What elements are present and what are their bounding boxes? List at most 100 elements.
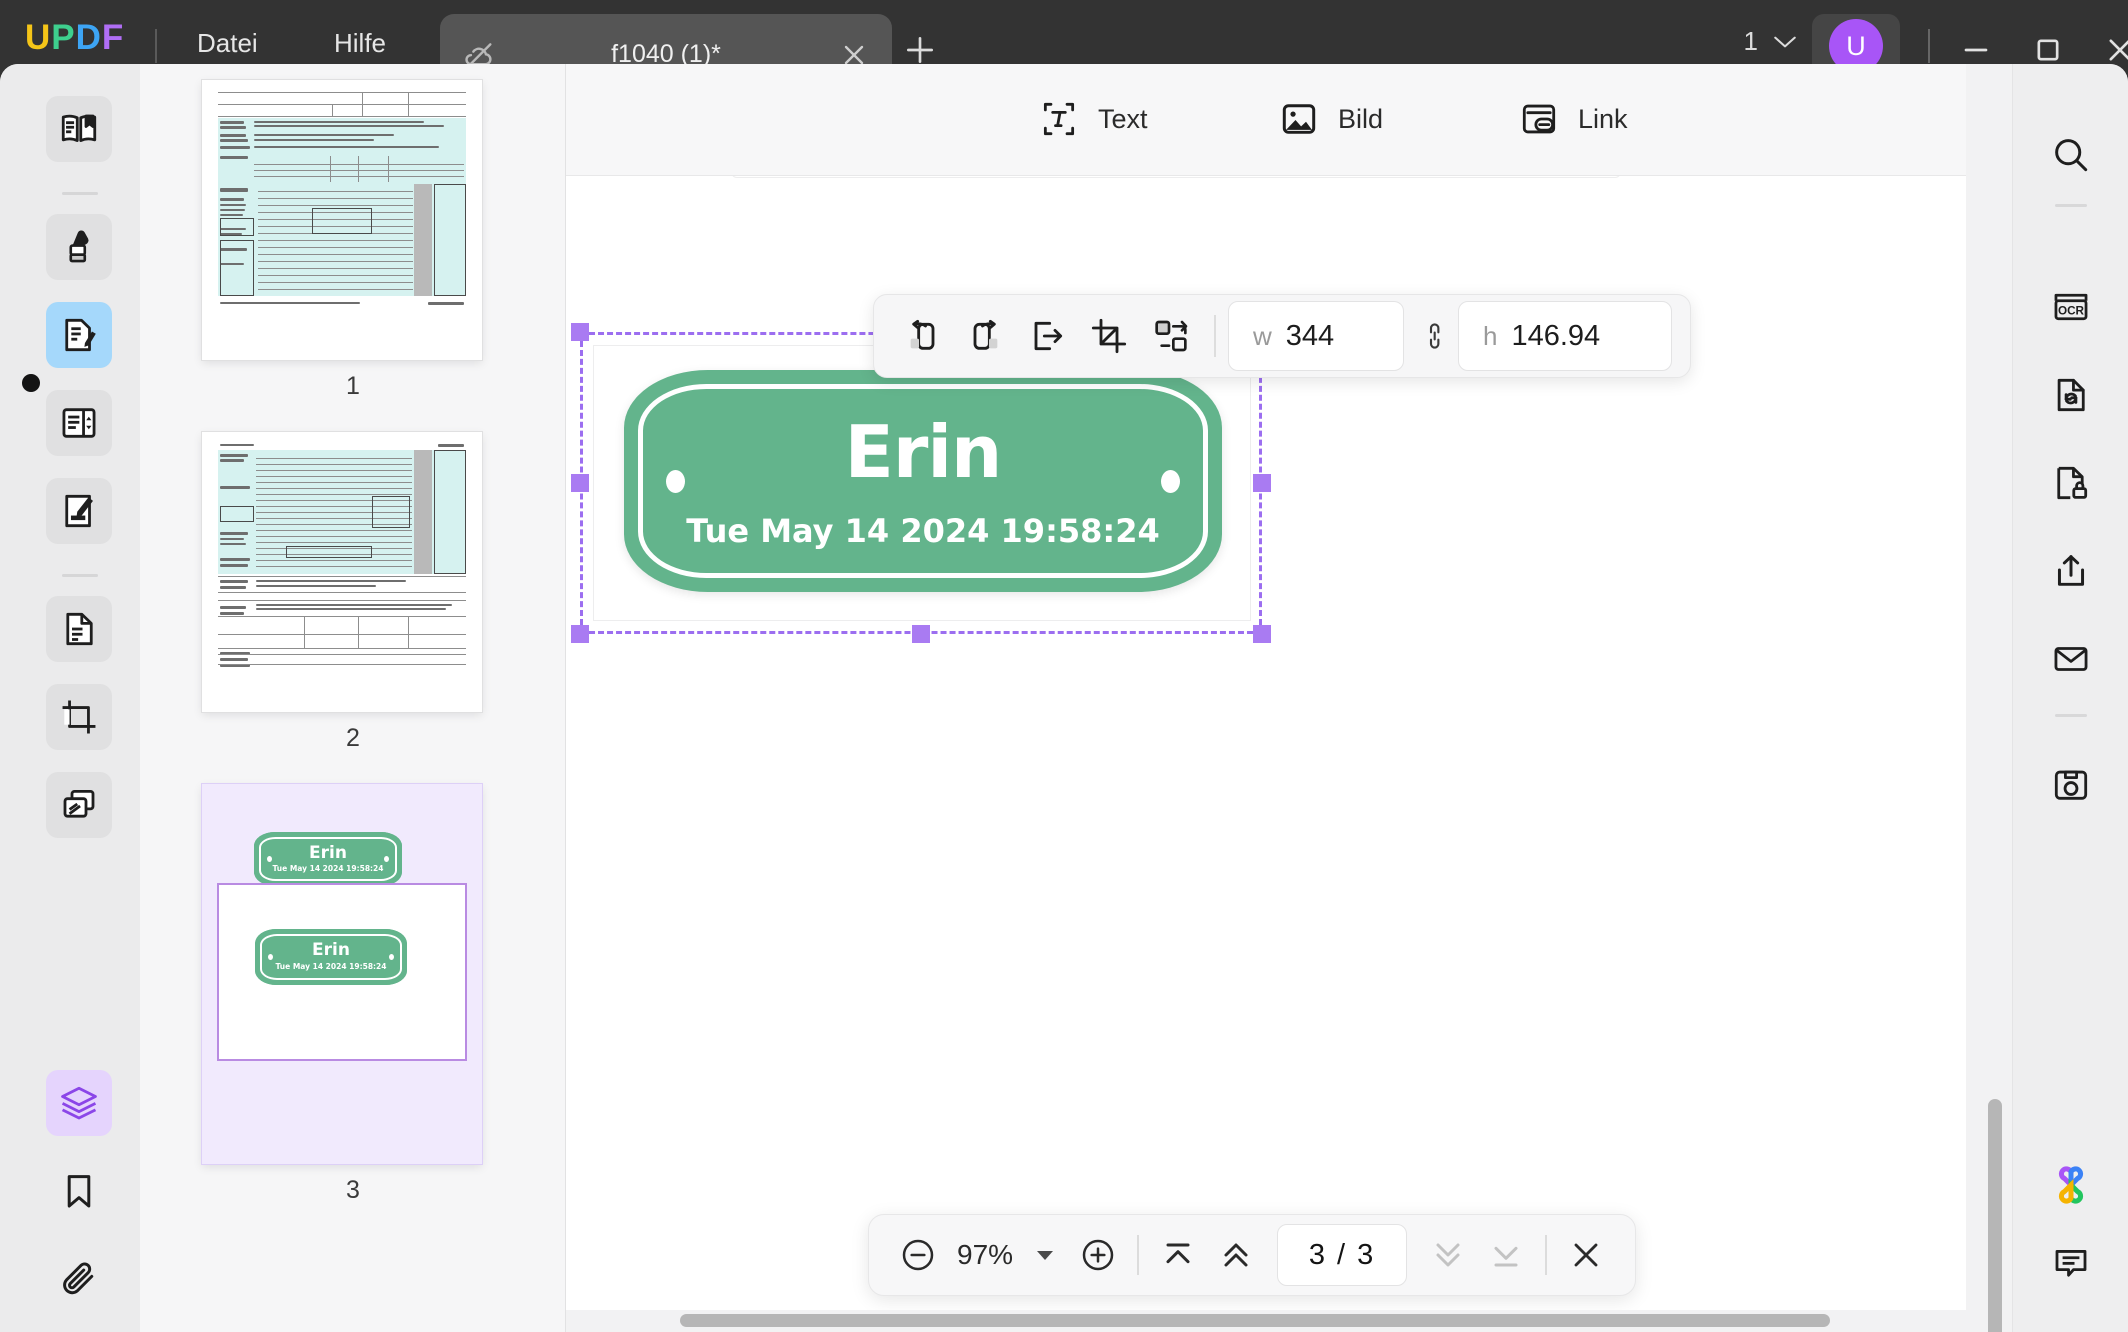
sidebar-item-bookmark[interactable] xyxy=(46,1158,112,1224)
replace-image-button[interactable] xyxy=(1140,305,1202,367)
thumbnail-page-1[interactable] xyxy=(202,80,482,360)
thumb-inner-page-box: Erin Tue May 14 2024 19:58:24 xyxy=(217,883,467,1061)
zoom-level-label[interactable]: 97% xyxy=(957,1239,1013,1271)
titlebar-divider xyxy=(155,29,157,63)
height-value: 146.94 xyxy=(1511,320,1600,353)
thumb-stamp-top: Erin Tue May 14 2024 19:58:24 xyxy=(254,832,402,886)
horizontal-scrollbar-track[interactable] xyxy=(566,1310,1966,1332)
app-shell: 1 xyxy=(0,64,2128,1332)
width-input[interactable]: w 344 xyxy=(1228,301,1404,371)
first-page-button[interactable] xyxy=(1149,1226,1207,1284)
handle-middle-left[interactable] xyxy=(571,474,589,492)
tool-link[interactable]: Link xyxy=(1506,88,1640,150)
zoombar-divider-1 xyxy=(1137,1235,1139,1275)
height-input[interactable]: h 146.94 xyxy=(1458,301,1672,371)
ai-assistant-button[interactable] xyxy=(2038,1152,2104,1218)
prev-page-button[interactable] xyxy=(1207,1226,1265,1284)
right-rail-divider-2 xyxy=(2055,714,2087,717)
handle-bottom-right[interactable] xyxy=(1253,625,1271,643)
handle-top-left[interactable] xyxy=(571,323,589,341)
handle-middle-right[interactable] xyxy=(1253,474,1271,492)
comment-panel-button[interactable] xyxy=(2038,1230,2104,1296)
previous-page-edge xyxy=(731,176,1621,178)
updf-window: UPDF Datei Hilfe f1040 (1)* xyxy=(0,0,2128,1332)
logo-letter-f: F xyxy=(102,18,124,58)
chain-link-icon[interactable] xyxy=(1404,319,1458,353)
search-button[interactable] xyxy=(2038,122,2104,188)
vertical-scrollbar[interactable] xyxy=(1988,1099,2002,1332)
sidebar-item-layers[interactable] xyxy=(46,1070,112,1136)
stamp-name: Erin xyxy=(255,940,407,960)
handle-bottom-left[interactable] xyxy=(571,625,589,643)
page-thumbnail-pane[interactable]: 1 xyxy=(140,64,566,1332)
sidebar-item-edit-pdf[interactable] xyxy=(46,302,112,368)
logo-letter-u: U xyxy=(25,18,51,58)
tool-link-label: Link xyxy=(1578,104,1628,135)
image-object-toolbar[interactable]: w 344 h 146.94 xyxy=(873,294,1691,378)
thumbnail-page-2[interactable] xyxy=(202,432,482,712)
text-box-icon xyxy=(1038,98,1080,140)
sidebar-item-batch[interactable] xyxy=(46,772,112,838)
zoom-in-button[interactable] xyxy=(1069,1226,1127,1284)
handle-bottom-center[interactable] xyxy=(912,625,930,643)
extract-image-button[interactable] xyxy=(1016,305,1078,367)
sidebar-item-crop[interactable] xyxy=(46,684,112,750)
thumbnail-number-3: 3 xyxy=(140,1176,566,1205)
email-button[interactable] xyxy=(2038,626,2104,692)
ocr-button[interactable]: OCR xyxy=(2038,274,2104,340)
sidebar-item-page[interactable] xyxy=(46,390,112,456)
close-zoombar-button[interactable] xyxy=(1557,1226,1615,1284)
ocr-label: OCR xyxy=(2058,305,2085,318)
window-count-label[interactable]: 1 xyxy=(1744,26,1758,57)
page-indicator[interactable]: 3 / 3 xyxy=(1277,1224,1407,1286)
thumb-stamp-bottom: Erin Tue May 14 2024 19:58:24 xyxy=(255,929,407,985)
link-icon xyxy=(1518,98,1560,140)
stamp-object[interactable]: Erin Tue May 14 2024 19:58:24 xyxy=(624,370,1222,592)
sidebar-item-form[interactable] xyxy=(46,478,112,544)
stamp-name: Erin xyxy=(254,843,402,863)
next-page-button[interactable] xyxy=(1419,1226,1477,1284)
chevron-down-icon[interactable] xyxy=(1772,34,1798,50)
protect-button[interactable] xyxy=(2038,450,2104,516)
caret-down-icon[interactable] xyxy=(1027,1248,1063,1262)
crop-image-button[interactable] xyxy=(1078,305,1140,367)
tool-bild[interactable]: Bild xyxy=(1266,88,1395,150)
stamp-date: Tue May 14 2024 19:58:24 xyxy=(255,962,407,971)
updf-logo[interactable]: UPDF xyxy=(25,18,124,58)
width-label: w xyxy=(1253,321,1272,352)
thumbnail-page-3[interactable]: Erin Tue May 14 2024 19:58:24 Erin Tue M… xyxy=(202,784,482,1164)
tool-text[interactable]: Text xyxy=(1026,88,1160,150)
save-as-button[interactable] xyxy=(2038,752,2104,818)
menu-hilfe[interactable]: Hilfe xyxy=(334,28,386,59)
zoom-out-button[interactable] xyxy=(889,1226,947,1284)
rotate-left-button[interactable] xyxy=(892,305,954,367)
convert-button[interactable] xyxy=(2038,362,2104,428)
right-rail-divider-1 xyxy=(2055,204,2087,207)
zoom-page-toolbar[interactable]: 97% 3 / 3 xyxy=(868,1214,1636,1296)
rail-divider-2 xyxy=(62,574,98,577)
thumbnail-number-1: 1 xyxy=(140,372,566,401)
image-icon xyxy=(1278,98,1320,140)
sidebar-item-convert[interactable] xyxy=(46,596,112,662)
logo-letter-p: P xyxy=(51,18,75,58)
right-sidebar: OCR xyxy=(2012,64,2128,1332)
rail-divider-1 xyxy=(62,192,98,195)
menu-datei[interactable]: Datei xyxy=(197,28,258,59)
stamp-date: Tue May 14 2024 19:58:24 xyxy=(254,864,402,873)
logo-letter-d: D xyxy=(76,18,102,58)
thumbnail-number-2: 2 xyxy=(140,724,566,753)
form-preview-2 xyxy=(212,440,472,672)
tool-bild-label: Bild xyxy=(1338,104,1383,135)
last-page-button[interactable] xyxy=(1477,1226,1535,1284)
sidebar-drag-handle[interactable] xyxy=(22,374,40,392)
height-label: h xyxy=(1483,321,1497,352)
rotate-right-button[interactable] xyxy=(954,305,1016,367)
sidebar-item-reader[interactable] xyxy=(46,96,112,162)
sidebar-item-attachment[interactable] xyxy=(46,1246,112,1312)
share-button[interactable] xyxy=(2038,538,2104,604)
horizontal-scrollbar[interactable] xyxy=(680,1314,1830,1327)
tool-text-label: Text xyxy=(1098,104,1148,135)
stamp-date: Tue May 14 2024 19:58:24 xyxy=(624,512,1222,550)
stamp-name: Erin xyxy=(624,410,1222,494)
sidebar-item-comment[interactable] xyxy=(46,214,112,280)
